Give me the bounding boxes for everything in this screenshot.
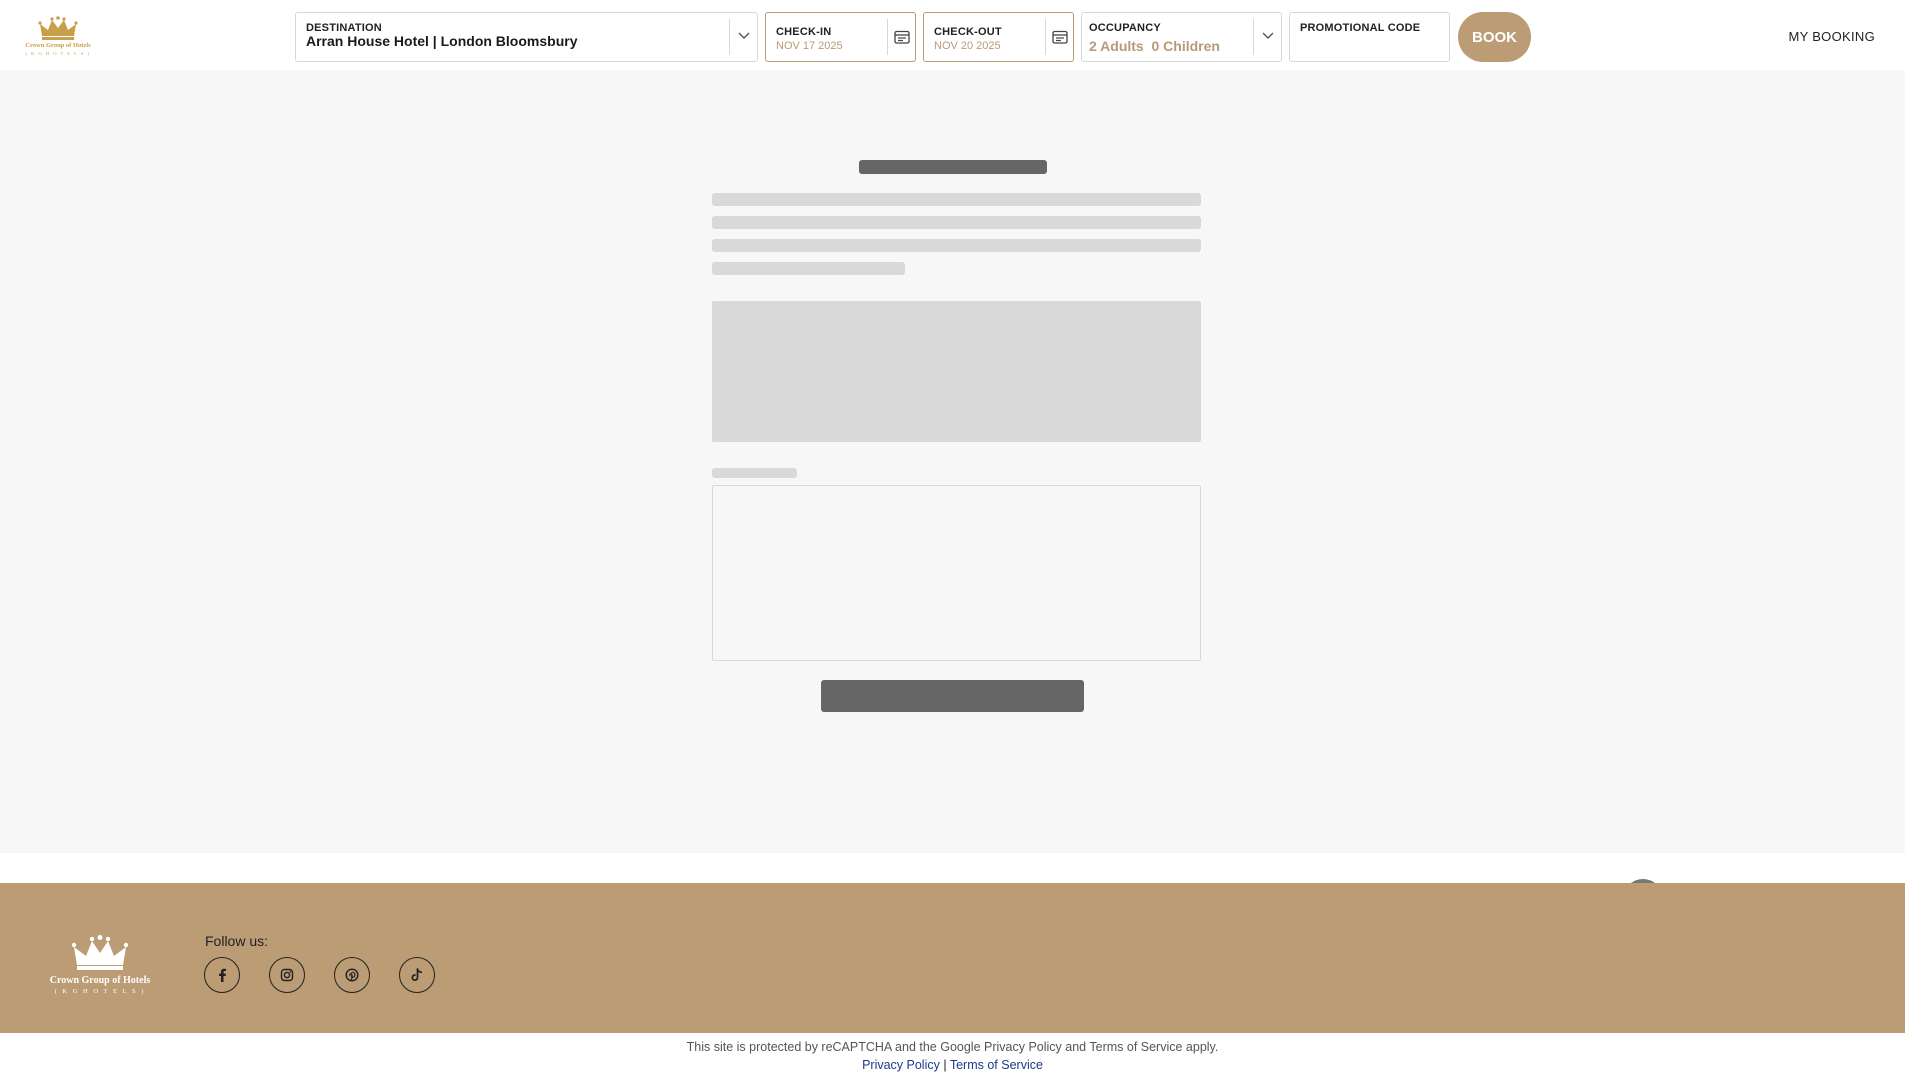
skeleton-image-block xyxy=(712,301,1201,442)
skeleton-text-line xyxy=(712,262,905,275)
instagram-link[interactable] xyxy=(269,957,305,993)
destination-dropdown-button[interactable] xyxy=(729,19,757,55)
main-content-loading xyxy=(0,70,1905,919)
occupancy-value: 2 Adults 0 Children xyxy=(1089,38,1220,54)
promo-code-label: PROMOTIONAL CODE xyxy=(1300,22,1421,34)
terms-of-service-link[interactable]: Terms of Service xyxy=(950,1058,1043,1072)
facebook-icon xyxy=(219,968,226,982)
occupancy-adults: 2 Adults xyxy=(1089,38,1144,54)
tiktok-link[interactable] xyxy=(399,957,435,993)
checkin-label: CHECK-IN xyxy=(776,26,832,38)
skeleton-form-box xyxy=(712,485,1201,661)
skeleton-text-line xyxy=(712,193,1201,206)
calendar-icon xyxy=(894,30,910,44)
site-header: Crown Group of Hotels ( K G H O T E L S … xyxy=(0,0,1905,70)
chevron-down-icon xyxy=(738,32,750,39)
brand-subtitle: ( K G H O T E L S ) xyxy=(25,50,91,56)
crown-icon xyxy=(71,935,129,970)
checkin-field[interactable]: CHECK-IN NOV 17 2025 xyxy=(765,12,916,62)
skeleton-text-line xyxy=(712,216,1201,229)
promo-code-field[interactable]: PROMOTIONAL CODE xyxy=(1289,12,1450,62)
calendar-icon xyxy=(1052,30,1068,44)
destination-value: Arran House Hotel | London Bloomsbury xyxy=(306,33,578,49)
footer-logo[interactable]: Crown Group of Hotels ( K G H O T E L S … xyxy=(40,935,160,995)
checkin-calendar-button[interactable] xyxy=(887,19,915,55)
destination-select[interactable]: DESTINATION Arran House Hotel | London B… xyxy=(295,12,758,62)
checkout-label: CHECK-OUT xyxy=(934,26,1002,38)
pinterest-link[interactable] xyxy=(334,957,370,993)
book-button[interactable]: BOOK xyxy=(1458,12,1531,62)
brand-logo[interactable]: Crown Group of Hotels ( K G H O T E L S … xyxy=(20,16,96,62)
instagram-icon xyxy=(280,968,294,982)
skeleton-label xyxy=(712,468,797,478)
footer-brand-name: Crown Group of Hotels xyxy=(49,975,151,986)
privacy-policy-link[interactable]: Privacy Policy xyxy=(862,1058,940,1072)
occupancy-label: OCCUPANCY xyxy=(1089,22,1161,34)
chevron-down-icon xyxy=(1262,32,1274,39)
occupancy-select[interactable]: OCCUPANCY 2 Adults 0 Children xyxy=(1081,12,1282,62)
my-booking-link[interactable]: MY BOOKING xyxy=(1788,29,1875,44)
skeleton-title xyxy=(859,160,1047,174)
legal-separator: | xyxy=(943,1058,947,1072)
crown-icon xyxy=(38,16,78,40)
follow-us-label: Follow us: xyxy=(205,933,269,949)
occupancy-dropdown-button[interactable] xyxy=(1253,19,1281,55)
skeleton-text-line xyxy=(712,239,1201,252)
legal-links: Privacy Policy | Terms of Service xyxy=(0,1058,1905,1072)
site-footer: Crown Group of Hotels ( K G H O T E L S … xyxy=(0,883,1905,1033)
checkout-value: NOV 20 2025 xyxy=(934,40,1001,52)
checkin-value: NOV 17 2025 xyxy=(776,40,843,52)
checkout-calendar-button[interactable] xyxy=(1045,19,1073,55)
skeleton-button xyxy=(821,680,1084,712)
occupancy-children: 0 Children xyxy=(1151,38,1220,54)
footer-brand-subtitle: ( K G H O T E L S ) xyxy=(54,988,146,995)
brand-name: Crown Group of Hotels xyxy=(25,42,91,49)
facebook-link[interactable] xyxy=(204,957,240,993)
recaptcha-notice: This site is protected by reCAPTCHA and … xyxy=(686,1040,1219,1054)
pinterest-icon xyxy=(345,968,359,982)
tiktok-icon xyxy=(411,968,423,982)
checkout-field[interactable]: CHECK-OUT NOV 20 2025 xyxy=(923,12,1074,62)
